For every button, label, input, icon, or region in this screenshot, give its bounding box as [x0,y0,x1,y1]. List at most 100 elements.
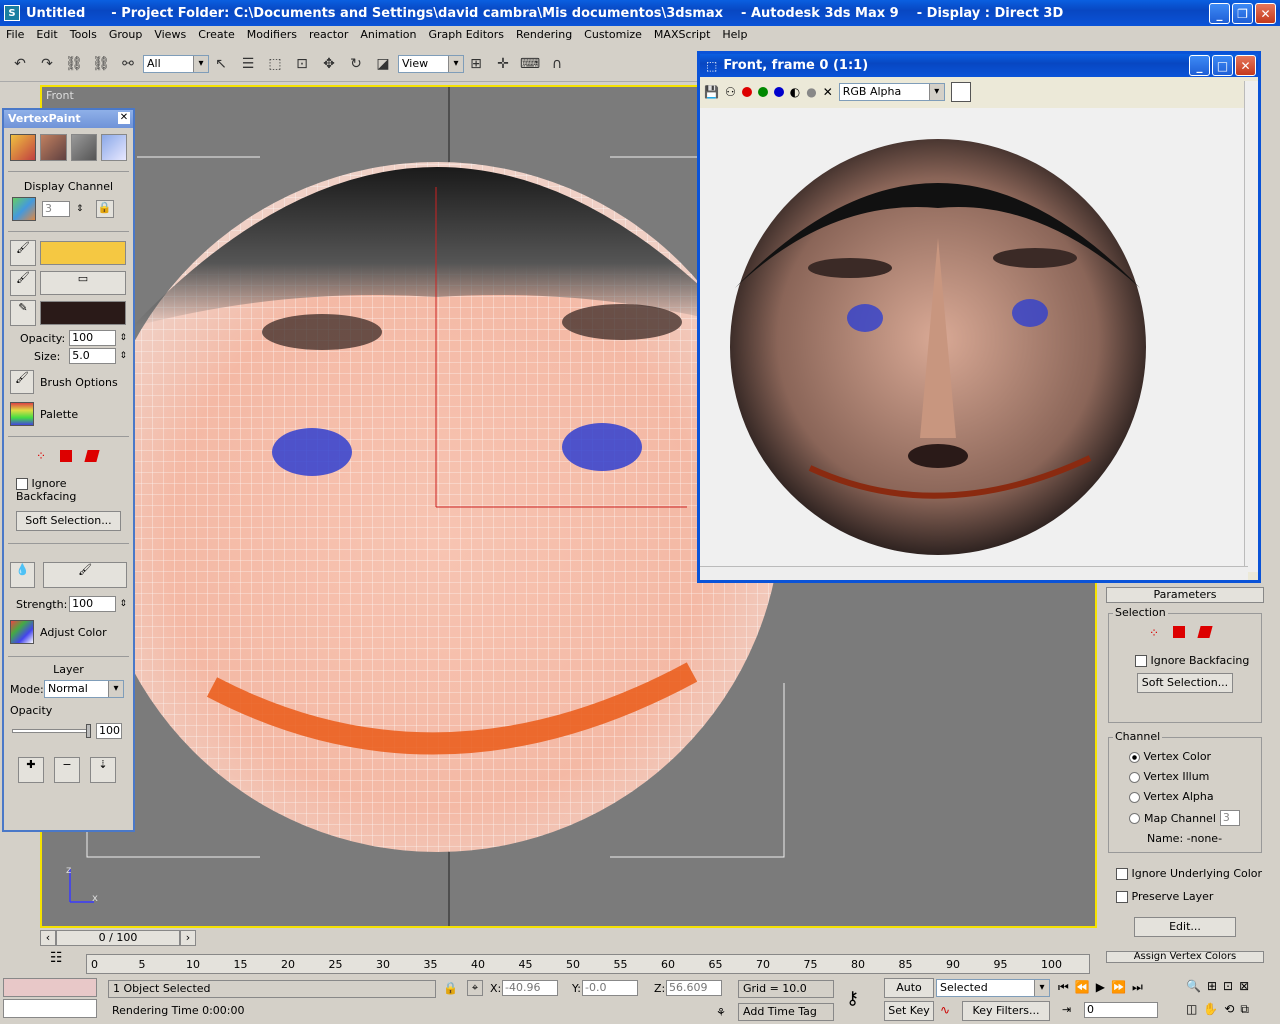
cp-element-icon[interactable] [1197,626,1213,638]
x-coordinate[interactable]: -40.96 [502,980,558,996]
clone-icon[interactable]: ⚇ [725,85,736,99]
mono-icon[interactable]: ● [806,85,816,99]
vp-shield-gray-icon[interactable] [70,134,97,161]
assign-vertex-colors-rollout[interactable]: Assign Vertex Colors [1106,951,1264,963]
brush-options-button[interactable]: 🖌 Brush Options [4,364,133,400]
arc-rotate-icon[interactable]: ⟲ [1224,1002,1234,1017]
next-frame-icon[interactable]: › [180,930,196,946]
parameters-rollout[interactable]: Parameters [1106,587,1264,603]
menu-item-reactor[interactable]: reactor [309,28,348,41]
maxscript-listener-pink[interactable] [3,978,97,997]
blur-drop-icon[interactable]: 💧 [10,562,36,588]
menu-item-views[interactable]: Views [154,28,186,41]
prev-key-icon[interactable]: ⏪ [1075,980,1090,995]
vertex-alpha-radio[interactable] [1129,791,1140,803]
close-button[interactable]: ✕ [1255,3,1276,24]
minimize-button[interactable]: _ [1209,3,1230,24]
vp-paint-mode-icon[interactable] [10,134,37,161]
pivot-icon[interactable]: ⊞ [464,52,488,76]
region-icon[interactable]: ⬚ [263,52,287,76]
channel-spinner-icon[interactable]: ⇕ [76,204,84,214]
time-tag-icon[interactable]: ⚘ [716,1006,726,1019]
key-filters-button[interactable]: Key Filters... [962,1001,1050,1021]
selection-filter[interactable]: All [143,54,209,73]
ignore-underlying-checkbox[interactable] [1116,868,1128,880]
menu-item-maxscript[interactable]: MAXScript [654,28,710,41]
next-key-icon[interactable]: ⏩ [1111,980,1126,995]
y-coordinate[interactable]: -0.0 [582,980,638,996]
map-channel-radio[interactable] [1129,812,1140,824]
zoom-extents-icon[interactable]: ⊡ [1223,979,1233,993]
set-key-button[interactable]: Set Key [884,1001,934,1021]
zoom-icon[interactable]: 🔍 [1186,979,1201,993]
prev-frame-icon[interactable]: ‹ [40,930,56,946]
opacity-slider[interactable] [12,724,91,738]
vertex-illum-radio[interactable] [1129,771,1140,783]
clear-icon[interactable]: ✕ [823,85,833,99]
menu-item-group[interactable]: Group [109,28,143,41]
cp-vertex-icon[interactable]: ⁘ [1149,626,1159,640]
element-level-icon[interactable] [84,450,100,462]
vertex-level-icon[interactable]: ⁘ [36,449,46,463]
palette-button[interactable]: Palette [4,400,133,428]
time-slider-track[interactable]: ‹ 0 / 100 › [40,929,1097,947]
absolute-mode-icon[interactable]: ⌖ [467,980,483,996]
menu-item-help[interactable]: Help [722,28,747,41]
maxscript-listener-white[interactable] [3,999,97,1018]
key-mode-icon[interactable]: ⇥ [1062,1003,1071,1016]
menu-item-rendering[interactable]: Rendering [516,28,572,41]
select-icon[interactable]: ↖ [209,52,233,76]
menu-item-graph-editors[interactable]: Graph Editors [428,28,504,41]
time-slider[interactable]: 0 / 100 [56,930,180,946]
opacity-spinner-icon[interactable]: ⇕ [119,333,127,343]
redo-icon[interactable]: ↷ [35,52,59,76]
render-close-button[interactable]: ✕ [1235,55,1256,76]
adjust-color-button[interactable]: Adjust Color [4,612,133,652]
keyboard-icon[interactable]: ⌨ [518,52,542,76]
layer-opacity-input[interactable]: 100 [96,723,122,739]
track-bar-icon[interactable]: ☷ [50,950,74,972]
cp-ignore-backfacing-checkbox[interactable] [1135,655,1147,667]
menu-item-modifiers[interactable]: Modifiers [247,28,297,41]
current-frame-input[interactable]: 0 [1084,1002,1158,1018]
window-crossing-icon[interactable]: ⊡ [290,52,314,76]
delete-layer-icon[interactable]: − [54,757,80,783]
strength-spinner-icon[interactable]: ⇕ [119,599,127,609]
selection-lock-icon[interactable]: 🔒 [443,981,458,995]
link-icon[interactable]: ⛓ [62,52,86,76]
new-layer-icon[interactable]: ✚ [18,757,44,783]
blur-brush-icon[interactable]: 🖌 [43,562,127,588]
key-tangent-icon[interactable]: ∿ [940,1003,950,1017]
menu-item-animation[interactable]: Animation [360,28,416,41]
blue-channel-icon[interactable] [773,87,784,97]
ignore-backfacing-checkbox[interactable] [16,478,28,490]
face-level-icon[interactable] [60,450,73,462]
manipulate-icon[interactable]: ✛ [491,52,515,76]
vp-shield-blue-icon[interactable] [100,134,127,161]
zoom-all-icon[interactable]: ⊞ [1207,979,1217,993]
bind-icon[interactable]: ⚯ [116,52,140,76]
mode-select[interactable]: Normal [44,680,124,698]
vp-cube-icon[interactable] [40,134,67,161]
menu-item-tools[interactable]: Tools [70,28,97,41]
move-icon[interactable]: ✥ [317,52,341,76]
map-channel-input[interactable]: 3 [1219,810,1240,826]
cp-soft-selection-button[interactable]: Soft Selection... [1137,673,1233,693]
size-spinner-icon[interactable]: ⇕ [119,351,127,361]
opacity-slider-thumb[interactable] [86,724,91,738]
play-icon[interactable]: ▶ [1096,980,1105,995]
lock-icon[interactable]: 🔒 [95,200,114,218]
rotate-icon[interactable]: ↻ [344,52,368,76]
green-channel-icon[interactable] [757,87,768,97]
pan-icon[interactable]: ✋ [1203,1002,1218,1017]
timeline-ruler[interactable]: 0 5 10 15 20 25 30 35 40 45 50 55 60 65 70 75 80 85 90 95 10… [86,954,1090,974]
render-vscrollbar[interactable] [1244,81,1258,572]
soft-selection-button[interactable]: Soft Selection... [16,511,121,531]
menu-item-customize[interactable]: Customize [584,28,642,41]
condense-layer-icon[interactable]: ⇣ [90,757,116,783]
render-hscrollbar[interactable] [700,566,1248,580]
goto-end-icon[interactable]: ⏭ [1132,980,1143,995]
menu-item-file[interactable]: File [6,28,24,41]
strength-input[interactable]: 100 [69,596,117,612]
vertex-color-radio[interactable] [1129,751,1140,763]
